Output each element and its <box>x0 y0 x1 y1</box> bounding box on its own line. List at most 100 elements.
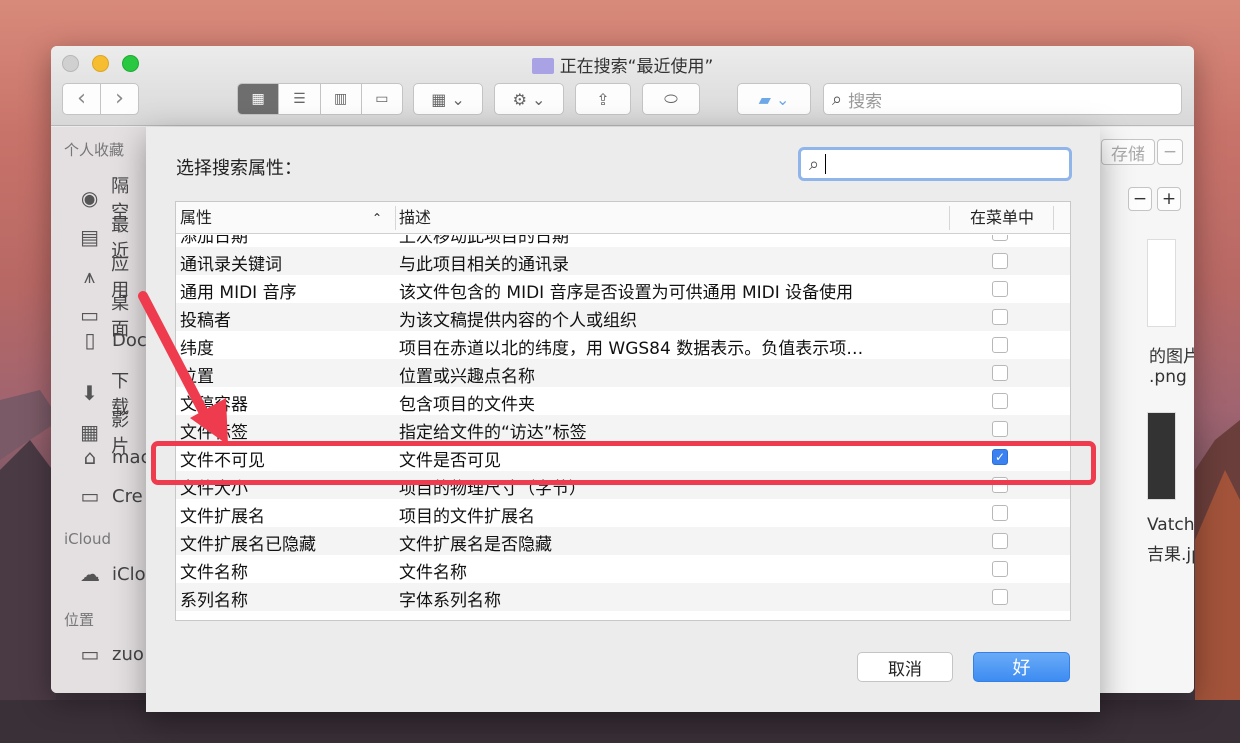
gear-icon: ⚙ ⌄ <box>512 89 546 109</box>
attributes-table: 属性 ⌃ 描述 在菜单中 添加日期 上次移动此项目的日期 通讯录关键词 与此项目相关… <box>175 201 1071 621</box>
view-mode-control: ▦ ☰ ▥ ▭ <box>237 83 403 115</box>
table-row[interactable]: 位置 位置或兴趣点名称 <box>176 359 1070 387</box>
close-search-button[interactable]: − <box>1157 139 1183 165</box>
tag-icon: ⬭ <box>664 89 678 108</box>
attr-cell: 系列名称 <box>180 591 248 611</box>
toolbar: 正在搜索“最近使用” ‹ › ▦ ☰ ▥ ▭ ▦ ⌄ ⚙ ⌄ ⇪ ⬭ ▰ ⌄ ⌕… <box>51 46 1194 126</box>
attr-cell: 位置 <box>180 367 214 387</box>
table-row[interactable]: 通讯录关键词 与此项目相关的通讯录 <box>176 247 1070 275</box>
column-divider <box>1053 206 1054 230</box>
table-row[interactable]: 通用 MIDI 音序 该文件包含的 MIDI 音序是否设置为可供通用 MIDI 设… <box>176 275 1070 303</box>
in-menu-checkbox[interactable] <box>992 253 1008 269</box>
window-title: 正在搜索“最近使用” <box>559 57 714 77</box>
new-folder-button[interactable]: ▰ ⌄ <box>737 83 811 115</box>
desc-cell: 指定给文件的“访达”标签 <box>399 423 587 443</box>
column-view-button[interactable]: ▥ <box>319 84 361 114</box>
in-menu-checkbox[interactable] <box>992 477 1008 493</box>
sidebar-item-location[interactable]: ▭ zuo <box>76 642 144 666</box>
table-row[interactable]: 文件大小 项目的物理尺寸（字节） <box>176 471 1070 499</box>
desc-cell: 文件名称 <box>399 563 467 583</box>
sidebar: 个人收藏 ◉ 隔空 ▤ 最近 ⩚ 应用 ▭ 桌面 ▯ Doc ⬇ 下载 ▦ 影片 ⌂ mac ▭… <box>51 127 150 693</box>
desc-cell: 字体系列名称 <box>399 591 501 611</box>
search-icon: ⌕ <box>832 88 843 110</box>
in-menu-checkbox[interactable] <box>992 281 1008 297</box>
in-menu-checkbox[interactable] <box>992 365 1008 381</box>
recents-icon: ▤ <box>80 225 100 249</box>
in-menu-checkbox[interactable] <box>992 589 1008 605</box>
in-menu-checkbox-checked[interactable]: ✓ <box>992 449 1008 465</box>
arrange-button[interactable]: ▦ ⌄ <box>413 83 483 115</box>
documents-icon: ▯ <box>84 328 96 352</box>
sidebar-item-label: zuo <box>112 643 144 665</box>
desc-cell: 位置或兴趣点名称 <box>399 367 535 387</box>
dialog-title: 选择搜索属性： <box>176 158 302 179</box>
finder-search-field[interactable]: ⌕ 搜索 <box>823 83 1182 115</box>
attr-cell: 文件大小 <box>180 479 248 499</box>
downloads-icon: ⬇ <box>81 381 98 405</box>
remove-criteria-button[interactable]: − <box>1128 187 1152 211</box>
locations-header: 位置 <box>64 611 95 629</box>
column-divider <box>949 206 950 230</box>
in-menu-checkbox[interactable] <box>992 561 1008 577</box>
sort-ascending-icon: ⌃ <box>372 211 383 225</box>
in-menu-checkbox[interactable] <box>992 505 1008 521</box>
nav-buttons: ‹ › <box>62 83 139 115</box>
column-header-attr[interactable]: 属性 <box>180 202 396 234</box>
gallery-view-button[interactable]: ▭ <box>360 84 402 114</box>
search-attributes-dialog: 选择搜索属性： ⌕ 属性 ⌃ 描述 在菜单中 添加日期 上次移动此项目的日期 通讯… <box>146 127 1100 712</box>
tag-button[interactable]: ⬭ <box>642 83 700 115</box>
table-row[interactable]: 文稿容器 包含项目的文件夹 <box>176 387 1070 415</box>
table-row[interactable]: 投稿者 为该文稿提供内容的个人或组织 <box>176 303 1070 331</box>
add-criteria-button[interactable]: + <box>1157 187 1181 211</box>
column-header-desc[interactable]: 描述 <box>399 202 431 234</box>
movies-icon: ▦ <box>80 420 100 444</box>
icon-view-button[interactable]: ▦ <box>238 84 279 114</box>
in-menu-checkbox[interactable] <box>992 309 1008 325</box>
attr-cell: 投稿者 <box>180 311 231 331</box>
table-row[interactable]: 文件标签 指定给文件的“访达”标签 <box>176 415 1070 443</box>
attr-cell: 通用 MIDI 音序 <box>180 283 297 303</box>
list-view-button[interactable]: ☰ <box>278 84 319 114</box>
sidebar-item-icloud[interactable]: ☁ iClo <box>76 562 146 586</box>
back-button[interactable]: ‹ <box>63 85 100 113</box>
folder-icon: ▰ ⌄ <box>758 89 790 109</box>
cloud-icon: ☁ <box>80 562 100 586</box>
attr-cell: 通讯录关键词 <box>180 255 282 275</box>
sidebar-item-creative[interactable]: ▭ Cre <box>76 484 143 508</box>
home-icon: ⌂ <box>83 445 97 469</box>
sidebar-item-label: Doc <box>112 329 147 351</box>
save-search-button[interactable]: 存储 <box>1101 139 1155 165</box>
in-menu-checkbox[interactable] <box>992 235 1008 241</box>
ok-button[interactable]: 好 <box>973 652 1070 682</box>
share-button[interactable]: ⇪ <box>575 83 631 115</box>
text-cursor <box>825 154 827 174</box>
cancel-button[interactable]: 取消 <box>857 652 953 682</box>
table-row[interactable]: 纬度 项目在赤道以北的纬度，用 WGS84 数据表示。负值表示项… <box>176 331 1070 359</box>
folder-icon: ▭ <box>80 484 100 508</box>
table-row[interactable]: 文件扩展名 项目的文件扩展名 <box>176 499 1070 527</box>
sidebar-item-home[interactable]: ⌂ mac <box>76 445 151 469</box>
table-row[interactable]: 文件不可见 文件是否可见 ✓ <box>176 443 1070 471</box>
file-thumbnail[interactable] <box>1147 412 1176 500</box>
in-menu-checkbox[interactable] <box>992 533 1008 549</box>
in-menu-checkbox[interactable] <box>992 393 1008 409</box>
in-menu-checkbox[interactable] <box>992 421 1008 437</box>
attr-cell: 文件扩展名 <box>180 507 265 527</box>
forward-button[interactable]: › <box>101 85 138 113</box>
in-menu-checkbox[interactable] <box>992 337 1008 353</box>
favorites-header: 个人收藏 <box>64 141 125 159</box>
column-header-in-menu[interactable]: 在菜单中 <box>951 202 1053 234</box>
file-thumbnail[interactable] <box>1147 239 1176 327</box>
attr-cell: 文件标签 <box>180 423 248 443</box>
action-button[interactable]: ⚙ ⌄ <box>494 83 564 115</box>
table-body: 添加日期 上次移动此项目的日期 通讯录关键词 与此项目相关的通讯录 通用 MIDI … <box>176 235 1070 620</box>
table-row[interactable]: 添加日期 上次移动此项目的日期 <box>176 235 1070 247</box>
sidebar-item-documents[interactable]: ▯ Doc <box>76 328 147 352</box>
desc-cell: 文件是否可见 <box>399 451 501 471</box>
table-row[interactable]: 系列名称 字体系列名称 <box>176 583 1070 611</box>
desc-cell: 项目的物理尺寸（字节） <box>399 479 586 499</box>
table-row[interactable]: 文件扩展名已隐藏 文件扩展名是否隐藏 <box>176 527 1070 555</box>
attribute-search-field[interactable]: ⌕ <box>798 147 1072 181</box>
table-row[interactable]: 文件名称 文件名称 <box>176 555 1070 583</box>
disk-icon: ▭ <box>80 642 100 666</box>
